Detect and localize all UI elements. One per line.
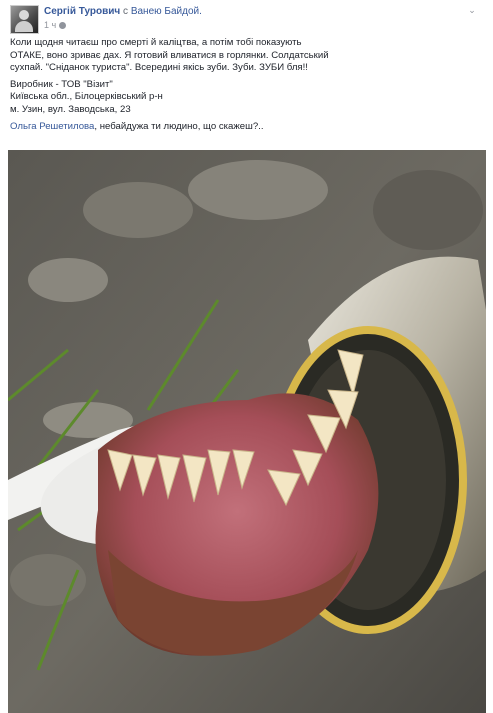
- photo-illustration: [8, 150, 486, 713]
- facebook-post: Сергій Турович с Ванею Байдой. 1 ч ⌄ Кол…: [0, 0, 493, 713]
- mention-text: , небайдужа ти людино, що скажеш?..: [94, 120, 264, 132]
- with-text: с: [123, 6, 129, 17]
- producer-info: Виробник - ТОВ "Візит" Київська обл., Бі…: [10, 79, 480, 117]
- post-time[interactable]: 1 ч: [44, 20, 56, 30]
- producer-line: Київська обл., Білоцерківський р-н: [10, 91, 163, 103]
- mentioned-user[interactable]: Ольга Решетилова: [10, 121, 94, 132]
- author-name[interactable]: Сергій Турович: [44, 6, 120, 17]
- author-avatar[interactable]: [10, 5, 39, 34]
- post-text: Коли щодня читаєш про смерті й каліцтва,…: [10, 37, 480, 137]
- chevron-down-icon[interactable]: ⌄: [467, 5, 477, 15]
- post-photo[interactable]: [8, 150, 486, 713]
- mention-line: Ольга Решетилова, небайдужа ти людино, щ…: [10, 121, 480, 134]
- post-header: Сергій Турович с Ванею Байдой. 1 ч ⌄: [10, 5, 483, 34]
- message-line: ОТАКЕ, воно зриває дах. Я готовий вливат…: [10, 49, 329, 61]
- post-authors: Сергій Турович с Ванею Байдой.: [44, 5, 202, 18]
- producer-line: м. Узин, вул. Заводська, 23: [10, 103, 131, 115]
- globe-icon: [59, 22, 67, 30]
- producer-line: Виробник - ТОВ "Візит": [10, 78, 113, 90]
- message-line: сухпай. "Сніданок туриста". Всередині як…: [10, 62, 308, 74]
- post-meta: 1 ч: [44, 19, 67, 31]
- tagged-friend[interactable]: Ванею Байдой.: [131, 6, 202, 17]
- message-line: Коли щодня читаєш про смерті й каліцтва,…: [10, 37, 302, 48]
- post-message: Коли щодня читаєш про смерті й каліцтва,…: [10, 37, 480, 75]
